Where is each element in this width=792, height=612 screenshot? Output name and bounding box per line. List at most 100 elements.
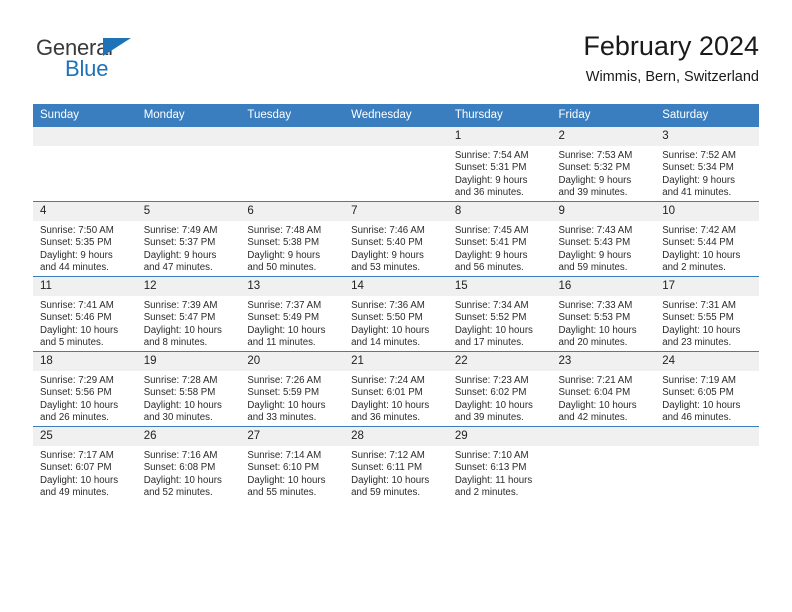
day-detail-line: Sunrise: 7:28 AM: [143, 375, 218, 386]
day-number: 24: [655, 352, 759, 371]
day-detail-line: Sunset: 6:02 PM: [454, 387, 527, 399]
day-detail-line: Daylight: 10 hours: [662, 324, 741, 336]
day-detail-line: and 59 minutes.: [351, 487, 421, 499]
day-detail-line: Sunrise: 7:49 AM: [143, 225, 218, 236]
calendar-day-cell[interactable]: 10 Sunrise: 7:42 AM Sunset: 5:44 PM Dayligh…: [655, 201, 759, 277]
day-detail-line: and 59 minutes.: [558, 262, 628, 274]
calendar-day-cell[interactable]: 11 Sunrise: 7:41 AM Sunset: 5:46 PM Dayligh…: [33, 276, 137, 352]
day-detail-line: Sunset: 5:38 PM: [247, 237, 320, 249]
day-sun-details: Sunrise: 7:37 AM Sunset: 5:49 PM Daylight:…: [240, 296, 344, 350]
day-number: 12: [136, 277, 241, 296]
calendar-day-cell[interactable]: 16 Sunrise: 7:33 AM Sunset: 5:53 PM Dayligh…: [551, 276, 656, 352]
day-detail-line: Sunset: 5:37 PM: [143, 237, 216, 249]
day-number: 3: [655, 127, 759, 146]
calendar-day-cell[interactable]: 6 Sunrise: 7:48 AM Sunset: 5:38 PM Daylight…: [240, 201, 345, 277]
calendar-week-row: 4 Sunrise: 7:50 AM Sunset: 5:35 PM Daylight…: [33, 201, 759, 277]
day-number: 27: [240, 427, 345, 446]
day-detail-line: Sunset: 5:34 PM: [662, 162, 734, 174]
day-number: 8: [447, 202, 552, 221]
calendar-day-cell[interactable]: 5 Sunrise: 7:49 AM Sunset: 5:37 PM Daylight…: [136, 201, 241, 277]
day-sun-details: Sunrise: 7:52 AM Sunset: 5:34 PM Daylight:…: [655, 146, 759, 200]
day-detail-line: Daylight: 11 hours: [454, 474, 533, 486]
weekday-header-tuesday: Tuesday: [240, 104, 345, 127]
day-number: 1: [447, 127, 552, 146]
day-detail-line: Daylight: 10 hours: [143, 324, 222, 336]
calendar-day-cell[interactable]: 29 Sunrise: 7:10 AM Sunset: 6:13 PM Dayligh…: [447, 426, 552, 501]
calendar-day-cell[interactable]: 2 Sunrise: 7:53 AM Sunset: 5:32 PM Daylight…: [551, 126, 656, 202]
day-detail-line: and 2 minutes.: [454, 487, 519, 499]
day-detail-line: Sunset: 5:35 PM: [40, 237, 112, 249]
day-detail-line: and 2 minutes.: [662, 262, 726, 274]
calendar-day-cell[interactable]: 20 Sunrise: 7:26 AM Sunset: 5:59 PM Dayligh…: [240, 351, 345, 427]
day-detail-line: Daylight: 10 hours: [351, 399, 430, 411]
day-detail-line: Sunset: 6:08 PM: [143, 462, 216, 474]
day-detail-line: and 33 minutes.: [247, 412, 317, 424]
calendar-day-cell[interactable]: 8 Sunrise: 7:45 AM Sunset: 5:41 PM Daylight…: [447, 201, 552, 277]
day-detail-line: Sunset: 5:53 PM: [558, 312, 631, 324]
general-blue-logo: General Blue: [36, 36, 206, 94]
weekday-header-sunday: Sunday: [33, 104, 137, 127]
weekday-header-saturday: Saturday: [655, 104, 759, 127]
calendar-day-cell[interactable]: 19 Sunrise: 7:28 AM Sunset: 5:58 PM Dayligh…: [136, 351, 241, 427]
day-detail-line: and 8 minutes.: [143, 337, 208, 349]
calendar-table: Sunday Monday Tuesday Wednesday Thursday Frid…: [33, 104, 759, 501]
day-number: 23: [551, 352, 656, 371]
day-sun-details: Sunrise: 7:41 AM Sunset: 5:46 PM Daylight:…: [33, 296, 137, 350]
day-sun-details: Sunrise: 7:49 AM Sunset: 5:37 PM Daylight:…: [137, 221, 241, 275]
day-detail-line: Sunrise: 7:10 AM: [454, 450, 529, 461]
calendar-day-cell[interactable]: 21 Sunrise: 7:24 AM Sunset: 6:01 PM Dayligh…: [344, 351, 448, 427]
calendar-day-cell[interactable]: 13 Sunrise: 7:37 AM Sunset: 5:49 PM Dayligh…: [240, 276, 345, 352]
day-sun-details: Sunrise: 7:16 AM Sunset: 6:08 PM Daylight:…: [137, 446, 241, 500]
calendar-day-cell[interactable]: 23 Sunrise: 7:21 AM Sunset: 6:04 PM Dayligh…: [551, 351, 656, 427]
day-number: 5: [136, 202, 241, 221]
calendar-day-cell[interactable]: 28 Sunrise: 7:12 AM Sunset: 6:11 PM Dayligh…: [344, 426, 448, 501]
calendar-day-cell[interactable]: 9 Sunrise: 7:43 AM Sunset: 5:43 PM Daylight…: [551, 201, 656, 277]
day-detail-line: and 14 minutes.: [351, 337, 421, 349]
page-title: February 2024: [583, 31, 759, 61]
day-sun-details: Sunrise: 7:34 AM Sunset: 5:52 PM Daylight:…: [448, 296, 552, 350]
day-detail-line: Sunrise: 7:43 AM: [558, 225, 633, 236]
day-detail-line: Sunset: 5:55 PM: [662, 312, 734, 324]
day-number: [136, 127, 241, 146]
calendar-day-cell[interactable]: 12 Sunrise: 7:39 AM Sunset: 5:47 PM Dayligh…: [136, 276, 241, 352]
calendar-day-cell[interactable]: 14 Sunrise: 7:36 AM Sunset: 5:50 PM Dayligh…: [344, 276, 448, 352]
calendar-day-cell[interactable]: 27 Sunrise: 7:14 AM Sunset: 6:10 PM Dayligh…: [240, 426, 345, 501]
day-number: 2: [551, 127, 656, 146]
calendar-day-cell[interactable]: 1 Sunrise: 7:54 AM Sunset: 5:31 PM Daylight…: [447, 126, 552, 202]
calendar-day-cell[interactable]: 26 Sunrise: 7:16 AM Sunset: 6:08 PM Dayligh…: [136, 426, 241, 501]
day-sun-details: Sunrise: 7:31 AM Sunset: 5:55 PM Daylight:…: [655, 296, 759, 350]
day-detail-line: and 5 minutes.: [40, 337, 104, 349]
day-number: 26: [136, 427, 241, 446]
day-detail-line: Sunrise: 7:19 AM: [662, 375, 736, 386]
day-sun-details: Sunrise: 7:28 AM Sunset: 5:58 PM Daylight:…: [137, 371, 241, 425]
day-detail-line: and 30 minutes.: [143, 412, 213, 424]
day-detail-line: Sunset: 5:47 PM: [143, 312, 216, 324]
day-detail-line: Sunrise: 7:29 AM: [40, 375, 114, 386]
day-detail-line: and 41 minutes.: [662, 187, 732, 199]
calendar-day-cell[interactable]: 4 Sunrise: 7:50 AM Sunset: 5:35 PM Daylight…: [33, 201, 137, 277]
day-detail-line: Sunrise: 7:48 AM: [247, 225, 322, 236]
calendar-day-cell[interactable]: 15 Sunrise: 7:34 AM Sunset: 5:52 PM Dayligh…: [447, 276, 552, 352]
day-sun-details: Sunrise: 7:21 AM Sunset: 6:04 PM Daylight:…: [552, 371, 656, 425]
calendar-day-cell[interactable]: 18 Sunrise: 7:29 AM Sunset: 5:56 PM Dayligh…: [33, 351, 137, 427]
day-detail-line: Sunset: 5:49 PM: [247, 312, 320, 324]
calendar-day-cell[interactable]: 24 Sunrise: 7:19 AM Sunset: 6:05 PM Dayligh…: [655, 351, 759, 427]
calendar-day-cell[interactable]: 7 Sunrise: 7:46 AM Sunset: 5:40 PM Daylight…: [344, 201, 448, 277]
calendar-cell-empty: [33, 126, 137, 202]
calendar-day-cell[interactable]: 25 Sunrise: 7:17 AM Sunset: 6:07 PM Dayligh…: [33, 426, 137, 501]
day-number: 18: [33, 352, 137, 371]
calendar-day-cell[interactable]: 17 Sunrise: 7:31 AM Sunset: 5:55 PM Dayligh…: [655, 276, 759, 352]
day-detail-line: Sunrise: 7:24 AM: [351, 375, 425, 386]
day-detail-line: Sunset: 5:32 PM: [558, 162, 631, 174]
day-detail-line: Daylight: 9 hours: [143, 249, 217, 261]
day-detail-line: and 55 minutes.: [247, 487, 317, 499]
day-detail-line: Daylight: 10 hours: [454, 324, 533, 336]
day-detail-line: Sunset: 6:04 PM: [558, 387, 631, 399]
day-detail-line: Daylight: 10 hours: [247, 474, 326, 486]
calendar-day-cell[interactable]: 3 Sunrise: 7:52 AM Sunset: 5:34 PM Daylight…: [655, 126, 759, 202]
day-detail-line: Daylight: 10 hours: [143, 399, 222, 411]
calendar-day-cell[interactable]: 22 Sunrise: 7:23 AM Sunset: 6:02 PM Dayligh…: [447, 351, 552, 427]
day-detail-line: and 46 minutes.: [662, 412, 732, 424]
calendar-body: 1 Sunrise: 7:54 AM Sunset: 5:31 PM Daylight…: [33, 126, 759, 501]
weekday-header-row: Sunday Monday Tuesday Wednesday Thursday Frid…: [33, 104, 759, 127]
